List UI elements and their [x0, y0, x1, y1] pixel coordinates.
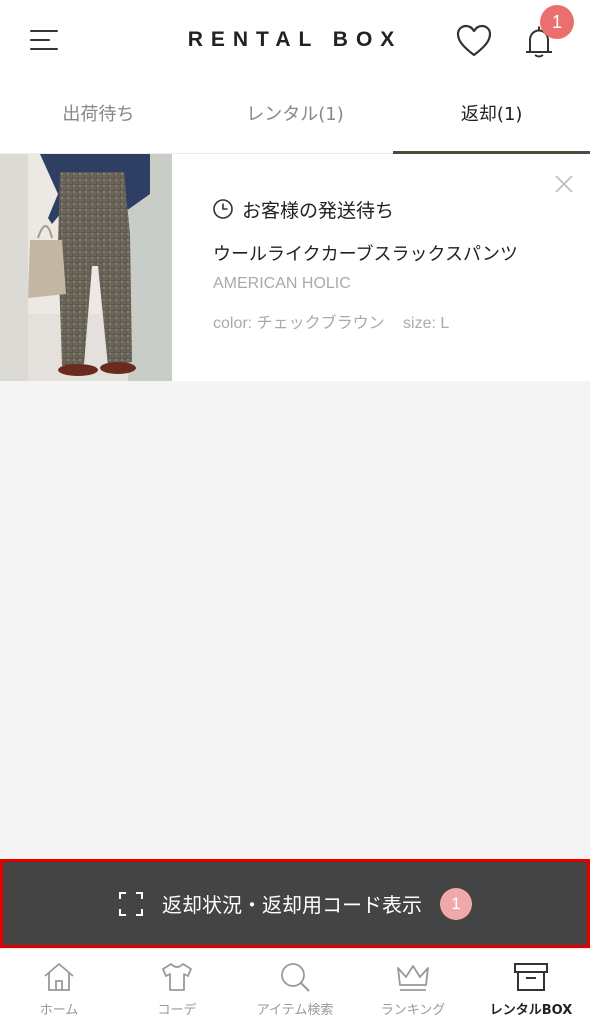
app-header: RENTAL BOX 1 [0, 0, 590, 84]
tab-rental[interactable]: レンタル(1) [197, 84, 394, 153]
product-details: color: チェックブラウン size: L [213, 309, 449, 333]
nav-rental-box[interactable]: レンタルBOX [472, 949, 590, 1024]
search-icon [281, 963, 310, 992]
bottom-nav: ホーム コーデ アイテム検索 ランキング レンタルBOX [0, 948, 590, 1024]
nav-rental-box-label: レンタルBOX [489, 1003, 573, 1018]
box-icon [514, 963, 548, 991]
tab-return[interactable]: 返却(1) [393, 84, 590, 154]
scan-icon [119, 891, 143, 916]
nav-item-search-label: アイテム検索 [256, 1003, 334, 1018]
heart-icon[interactable] [456, 24, 492, 58]
tab-bar: 出荷待ち レンタル(1) 返却(1) [0, 84, 590, 154]
shipping-status: お客様の発送待ち [212, 196, 394, 222]
return-item-card[interactable]: お客様の発送待ち ウールライクカーブスラックスパンツ AMERICAN HOLI… [0, 154, 590, 381]
product-image [0, 154, 172, 381]
return-code-label: 返却状況・返却用コード表示 [162, 893, 422, 917]
nav-coordinate-label: コーデ [157, 1003, 197, 1018]
tab-awaiting-shipment[interactable]: 出荷待ち [0, 84, 197, 153]
clock-icon [213, 199, 233, 219]
nav-item-search[interactable]: アイテム検索 [236, 949, 354, 1024]
color-info: color: チェックブラウン [213, 315, 385, 332]
home-icon [44, 963, 74, 991]
nav-ranking[interactable]: ランキング [354, 949, 472, 1024]
product-name: ウールライクカーブスラックスパンツ [213, 244, 518, 265]
tshirt-icon [162, 963, 192, 991]
app-title: RENTAL BOX [187, 28, 403, 51]
menu-icon[interactable] [30, 28, 60, 52]
notification-badge: 1 [540, 5, 574, 39]
nav-ranking-label: ランキング [380, 1003, 446, 1018]
nav-coordinate[interactable]: コーデ [118, 949, 236, 1024]
status-text: お客様の発送待ち [242, 199, 395, 222]
nav-home[interactable]: ホーム [0, 949, 118, 1024]
size-info: size: L [403, 315, 450, 332]
brand-name: AMERICAN HOLIC [213, 275, 351, 292]
return-code-button[interactable]: 返却状況・返却用コード表示 1 [0, 859, 590, 948]
crown-icon [397, 965, 429, 991]
nav-home-label: ホーム [39, 1003, 79, 1018]
return-count-badge: 1 [440, 887, 472, 920]
close-icon[interactable] [552, 172, 576, 196]
